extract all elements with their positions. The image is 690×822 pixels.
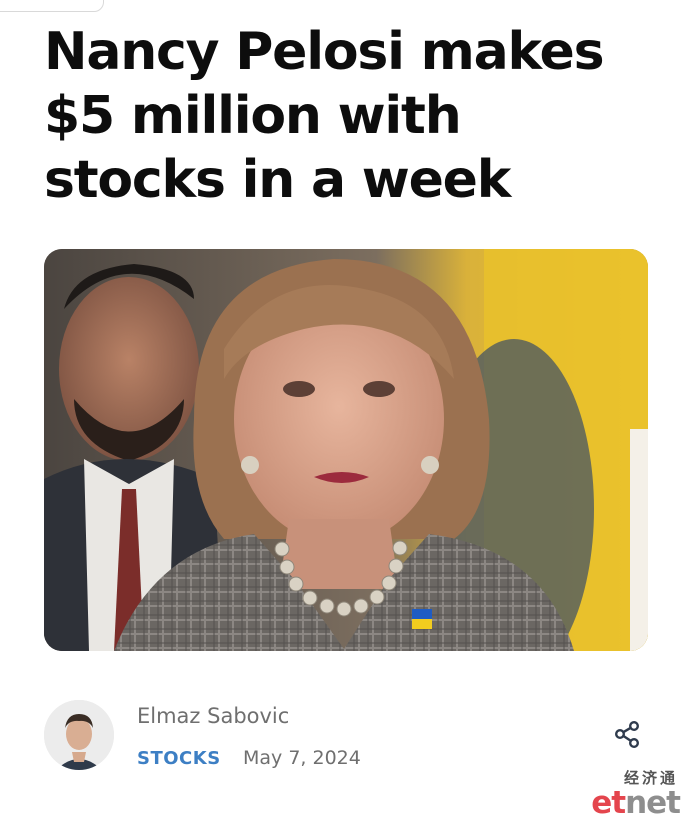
- news-photo-illustration: [44, 249, 648, 651]
- article-headline: Nancy Pelosi makes $5 million with stock…: [44, 22, 605, 210]
- top-tab-edge: [0, 0, 104, 12]
- etnet-logo: etnet: [591, 785, 681, 821]
- article-hero-image: [44, 249, 648, 651]
- author-name[interactable]: Elmaz Sabovic: [137, 704, 289, 728]
- share-icon: [614, 720, 640, 749]
- etnet-watermark: 经济通 etnet: [591, 767, 681, 821]
- author-avatar-illustration: [44, 700, 114, 770]
- article-byline: Elmaz Sabovic STOCKS May 7, 2024: [44, 700, 654, 780]
- logo-net: net: [625, 785, 681, 821]
- category-link[interactable]: STOCKS: [137, 748, 221, 769]
- logo-et: et: [591, 785, 626, 821]
- publish-date: May 7, 2024: [243, 747, 361, 769]
- author-avatar[interactable]: [44, 700, 114, 770]
- share-button[interactable]: [612, 718, 644, 750]
